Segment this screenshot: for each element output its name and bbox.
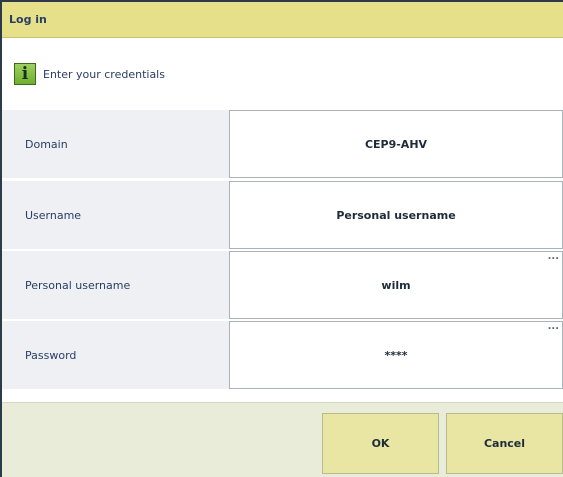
ok-button[interactable]: OK — [322, 413, 439, 474]
personal-username-label: Personal username — [25, 278, 131, 292]
domain-field[interactable]: CEP9-AHV — [229, 110, 563, 178]
credentials-form: Domain CEP9-AHV Username Personal userna… — [2, 110, 563, 400]
username-field[interactable]: Personal username — [229, 181, 563, 249]
personal-username-row: Personal username wilm ... — [2, 251, 563, 319]
dialog-footer: OK Cancel — [2, 402, 563, 477]
password-value: **** — [384, 348, 408, 362]
password-row: Password **** ... — [2, 321, 563, 389]
dialog-title: Log in — [9, 13, 47, 26]
cancel-button[interactable]: Cancel — [446, 413, 563, 474]
password-field[interactable]: **** ... — [229, 321, 563, 389]
domain-row: Domain CEP9-AHV — [2, 110, 563, 178]
username-label: Username — [25, 208, 82, 222]
info-icon: i — [14, 63, 36, 85]
info-message: i Enter your credentials — [2, 38, 563, 110]
username-value: Personal username — [336, 208, 456, 222]
info-text: Enter your credentials — [43, 67, 165, 81]
dialog-title-bar: Log in — [2, 2, 563, 38]
domain-value: CEP9-AHV — [364, 137, 428, 151]
login-dialog: Log in i Enter your credentials Domain C… — [0, 0, 563, 477]
domain-label: Domain — [25, 137, 68, 151]
personal-username-field[interactable]: wilm ... — [229, 251, 563, 319]
username-row: Username Personal username — [2, 181, 563, 249]
password-more-icon[interactable]: ... — [548, 322, 559, 332]
personal-username-more-icon[interactable]: ... — [548, 252, 559, 262]
password-label: Password — [25, 348, 77, 362]
personal-username-value: wilm — [381, 278, 411, 292]
